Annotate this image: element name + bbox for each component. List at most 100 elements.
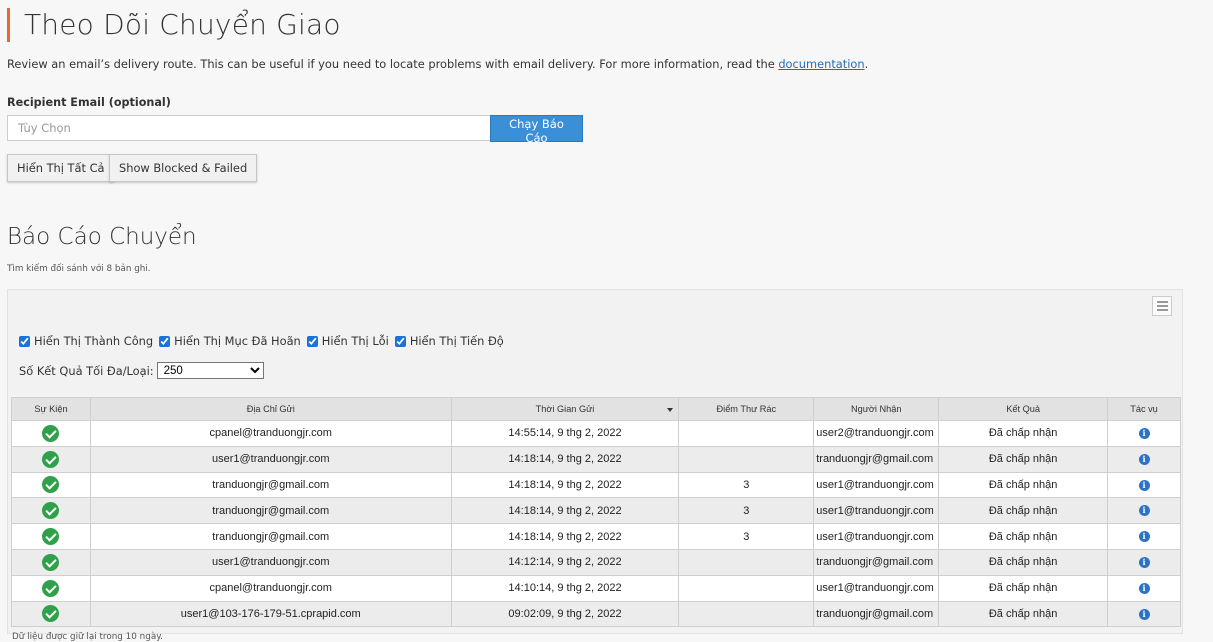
recipient-cell: tranduongjr@gmail.com	[813, 445, 940, 473]
sort-desc-icon	[667, 408, 674, 412]
retention-note: Dữ liệu được giữ lại trong 10 ngày.	[12, 632, 163, 642]
result-cell: Đã chấp nhận	[938, 471, 1109, 499]
description-text: Review an email’s delivery route. This c…	[7, 57, 775, 71]
sent-time-cell: 14:55:14, 9 thg 2, 2022	[450, 420, 680, 447]
actions-cell: i	[1107, 445, 1181, 473]
recipient-cell: user1@tranduongjr.com	[813, 523, 940, 550]
info-icon[interactable]: i	[1138, 531, 1150, 543]
report-summary: Tìm kiếm đối sánh với 8 bản ghi.	[7, 264, 151, 274]
result-cell: Đã chấp nhận	[938, 420, 1109, 447]
max-results-select[interactable]: 250	[156, 362, 264, 379]
sent-time-cell: 14:10:14, 9 thg 2, 2022	[450, 574, 680, 602]
sender-cell: tranduongjr@gmail.com	[89, 497, 452, 525]
success-check-icon	[42, 579, 60, 597]
filter-success-label: Hiển Thị Thành Công	[34, 334, 154, 348]
info-icon[interactable]: i	[1138, 582, 1150, 594]
actions-cell: i	[1107, 600, 1181, 628]
sender-cell: user1@tranduongjr.com	[89, 445, 452, 473]
filter-failures-label: Hiển Thị Lỗi	[321, 334, 389, 348]
result-cell: Đã chấp nhận	[938, 548, 1109, 576]
spam-score-cell	[678, 548, 815, 576]
actions-cell: i	[1107, 548, 1181, 576]
event-cell	[11, 445, 91, 473]
table-row[interactable]: tranduongjr@gmail.com 14:18:14, 9 thg 2, …	[11, 523, 1181, 550]
documentation-link[interactable]: documentation	[778, 57, 864, 71]
info-icon[interactable]: i	[1138, 427, 1150, 439]
info-icon[interactable]: i	[1138, 479, 1150, 491]
sender-cell: user1@tranduongjr.com	[89, 548, 452, 576]
info-icon[interactable]: i	[1138, 608, 1150, 620]
max-results-label: Số Kết Quả Tối Đa/Loại:	[19, 363, 154, 378]
filter-in-progress-checkbox[interactable]	[394, 335, 406, 347]
spam-score-cell	[678, 600, 815, 628]
max-results: Số Kết Quả Tối Đa/Loại: 250	[19, 362, 264, 379]
page-description: Review an email’s delivery route. This c…	[7, 57, 868, 71]
event-cell	[11, 420, 91, 447]
event-cell	[11, 600, 91, 628]
sent-time-cell: 09:02:09, 9 thg 2, 2022	[450, 600, 680, 628]
table-row[interactable]: tranduongjr@gmail.com 14:18:14, 9 thg 2, …	[11, 471, 1181, 499]
col-spam-score[interactable]: Điểm Thư Rác	[678, 397, 815, 421]
delivery-report-table: Sự Kiện Địa Chỉ Gửi Thời Gian Gửi Điểm T…	[11, 397, 1181, 628]
event-cell	[11, 574, 91, 602]
filter-deferred[interactable]: Hiển Thị Mục Đã Hoãn	[159, 334, 301, 348]
filter-in-progress[interactable]: Hiển Thị Tiến Độ	[394, 334, 504, 348]
table-row[interactable]: user1@tranduongjr.com 14:18:14, 9 thg 2, …	[11, 445, 1181, 473]
result-cell: Đã chấp nhận	[938, 523, 1109, 550]
col-recipient[interactable]: Người Nhận	[813, 397, 940, 421]
show-all-button[interactable]: Hiển Thị Tất Cả	[7, 154, 115, 182]
filter-in-progress-label: Hiển Thị Tiến Độ	[409, 334, 504, 348]
run-report-button[interactable]: Chạy Báo Cáo	[490, 115, 583, 145]
spam-score-cell	[678, 445, 815, 473]
filter-failures[interactable]: Hiển Thị Lỗi	[306, 334, 389, 348]
event-cell	[11, 523, 91, 550]
sender-cell: tranduongjr@gmail.com	[89, 471, 452, 499]
info-icon[interactable]: i	[1138, 453, 1150, 465]
show-blocked-failed-button[interactable]: Show Blocked & Failed	[109, 154, 258, 182]
recipient-email-input[interactable]	[7, 115, 491, 141]
description-suffix: .	[864, 57, 869, 71]
filter-failures-checkbox[interactable]	[306, 335, 318, 347]
col-sent-time-label: Thời Gian Gửi	[535, 404, 595, 414]
sender-cell: user1@103-176-179-51.cprapid.com	[89, 600, 452, 628]
success-check-icon	[42, 528, 60, 546]
list-view-icon[interactable]	[1152, 296, 1172, 316]
report-title: Báo Cáo Chuyển	[7, 224, 197, 250]
sender-cell: cpanel@tranduongjr.com	[89, 574, 452, 602]
recipient-cell: user1@tranduongjr.com	[813, 574, 940, 602]
col-actions: Tác vụ	[1107, 397, 1181, 421]
filter-deferred-checkbox[interactable]	[159, 335, 171, 347]
recipient-cell: user1@tranduongjr.com	[813, 497, 940, 525]
col-sender[interactable]: Địa Chỉ Gửi	[89, 397, 452, 421]
table-row[interactable]: user1@tranduongjr.com 14:12:14, 9 thg 2, …	[11, 548, 1181, 576]
sent-time-cell: 14:18:14, 9 thg 2, 2022	[450, 497, 680, 525]
info-icon[interactable]: i	[1138, 556, 1150, 568]
sent-time-cell: 14:18:14, 9 thg 2, 2022	[450, 471, 680, 499]
success-check-icon	[42, 605, 60, 623]
info-icon[interactable]: i	[1138, 505, 1150, 517]
table-row[interactable]: cpanel@tranduongjr.com 14:10:14, 9 thg 2,…	[11, 574, 1181, 602]
spam-score-cell	[678, 420, 815, 447]
page-title: Theo Dõi Chuyển Giao	[7, 8, 341, 42]
col-event[interactable]: Sự Kiện	[11, 397, 91, 421]
event-cell	[11, 548, 91, 576]
col-result[interactable]: Kết Quả	[938, 397, 1109, 421]
recipient-cell: tranduongjr@gmail.com	[813, 548, 940, 576]
table-row[interactable]: tranduongjr@gmail.com 14:18:14, 9 thg 2, …	[11, 497, 1181, 525]
result-cell: Đã chấp nhận	[938, 574, 1109, 602]
spam-score-cell: 3	[678, 471, 815, 499]
table-header-row: Sự Kiện Địa Chỉ Gửi Thời Gian Gửi Điểm T…	[11, 397, 1181, 421]
col-sent-time[interactable]: Thời Gian Gửi	[450, 397, 680, 421]
table-row[interactable]: user1@103-176-179-51.cprapid.com 09:02:09…	[11, 600, 1181, 628]
filter-success-checkbox[interactable]	[19, 335, 30, 347]
recipient-cell: user1@tranduongjr.com	[813, 471, 940, 499]
report-panel: Hiển Thị Thành Công Hiển Thị Mục Đã Hoãn…	[7, 289, 1183, 634]
result-cell: Đã chấp nhận	[938, 497, 1109, 525]
filter-success[interactable]: Hiển Thị Thành Công	[19, 334, 153, 348]
sender-cell: cpanel@tranduongjr.com	[89, 420, 452, 447]
table-row[interactable]: cpanel@tranduongjr.com 14:55:14, 9 thg 2,…	[11, 420, 1181, 447]
success-check-icon	[42, 450, 60, 468]
actions-cell: i	[1107, 574, 1181, 602]
spam-score-cell: 3	[678, 523, 815, 550]
success-check-icon	[42, 553, 60, 571]
